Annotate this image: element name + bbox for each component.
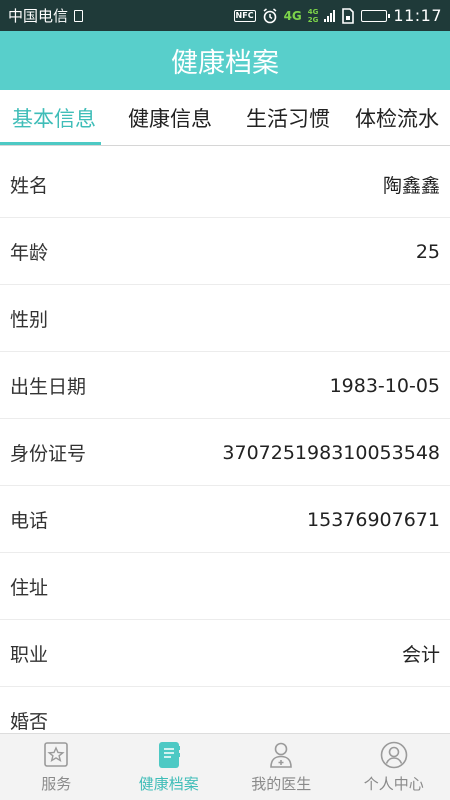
app-header: 健康档案 (0, 31, 450, 90)
battery-icon (361, 9, 391, 22)
sim-card-icon (342, 7, 355, 24)
tab-bar: 基本信息 健康信息 生活习惯 体检流水 (0, 90, 450, 146)
row-name[interactable]: 姓名 陶鑫鑫 (0, 152, 450, 218)
row-age[interactable]: 年龄 25 (0, 219, 450, 285)
nav-label: 个人中心 (363, 774, 424, 793)
nav-label: 我的医生 (251, 774, 312, 793)
nav-service[interactable]: 服务 (0, 734, 113, 800)
row-birth-date[interactable]: 出生日期 1983-10-05 (0, 353, 450, 419)
dual-network-indicator: 4G 2G (308, 8, 319, 24)
nfc-icon: NFC (233, 9, 256, 22)
sim-icon (74, 9, 84, 22)
row-label: 职业 (10, 644, 49, 666)
dual-network-top: 4G (307, 7, 319, 16)
row-label: 性别 (10, 309, 49, 331)
nav-label: 服务 (41, 774, 72, 793)
tab-label: 体检流水 (355, 106, 439, 131)
row-value: 370725198310053548 (222, 441, 440, 464)
clock: 11:17 (393, 6, 442, 25)
row-label: 住址 (10, 577, 49, 599)
carrier-label: 中国电信 (8, 7, 69, 25)
tab-basic-info[interactable]: 基本信息 (0, 90, 108, 145)
row-occupation[interactable]: 职业 会计 (0, 621, 450, 687)
status-bar: 中国电信 NFC 4G 4G 2G 11:17 (0, 0, 450, 31)
tab-health-info[interactable]: 健康信息 (114, 90, 226, 145)
tab-label: 基本信息 (12, 106, 96, 131)
star-badge-icon (44, 741, 69, 767)
active-tab-indicator (0, 142, 101, 145)
tab-label: 生活习惯 (246, 106, 330, 131)
profile-list: 姓名 陶鑫鑫 年龄 25 性别 出生日期 1983-10-05 身份证号 370… (0, 152, 450, 733)
row-gender[interactable]: 性别 (0, 286, 450, 352)
row-label: 姓名 (10, 175, 49, 197)
row-phone[interactable]: 电话 15376907671 (0, 487, 450, 553)
page-title: 健康档案 (171, 48, 279, 79)
nav-my-doctor[interactable]: 我的医生 (225, 734, 338, 800)
row-value: 陶鑫鑫 (382, 175, 440, 197)
row-label: 婚否 (10, 711, 49, 733)
row-value: 15376907671 (307, 508, 440, 531)
tab-lifestyle[interactable]: 生活习惯 (232, 90, 344, 145)
row-value: 1983-10-05 (329, 374, 440, 397)
notebook-icon (158, 741, 180, 768)
nav-label: 健康档案 (138, 774, 199, 793)
row-label: 出生日期 (10, 376, 87, 398)
row-label: 年龄 (10, 242, 49, 264)
row-value: 会计 (401, 644, 440, 666)
nav-health-records[interactable]: 健康档案 (113, 734, 226, 800)
signal-icon (324, 9, 336, 22)
doctor-icon (270, 742, 293, 768)
row-id-number[interactable]: 身份证号 370725198310053548 (0, 420, 450, 486)
dual-network-bottom: 2G (307, 15, 319, 24)
network-4g-label: 4G (283, 8, 302, 23)
tab-label: 健康信息 (128, 106, 212, 131)
row-label: 身份证号 (10, 443, 87, 465)
user-icon (380, 741, 408, 768)
row-label: 电话 (10, 510, 49, 532)
row-value: 25 (415, 240, 440, 263)
alarm-icon (263, 7, 277, 23)
row-marital-status[interactable]: 婚否 (0, 688, 450, 733)
row-address[interactable]: 住址 (0, 554, 450, 620)
bottom-nav: 服务 健康档案 我的医生 个人中心 (0, 733, 450, 800)
tab-exam-records[interactable]: 体检流水 (344, 90, 450, 145)
nav-personal-center[interactable]: 个人中心 (338, 734, 450, 800)
